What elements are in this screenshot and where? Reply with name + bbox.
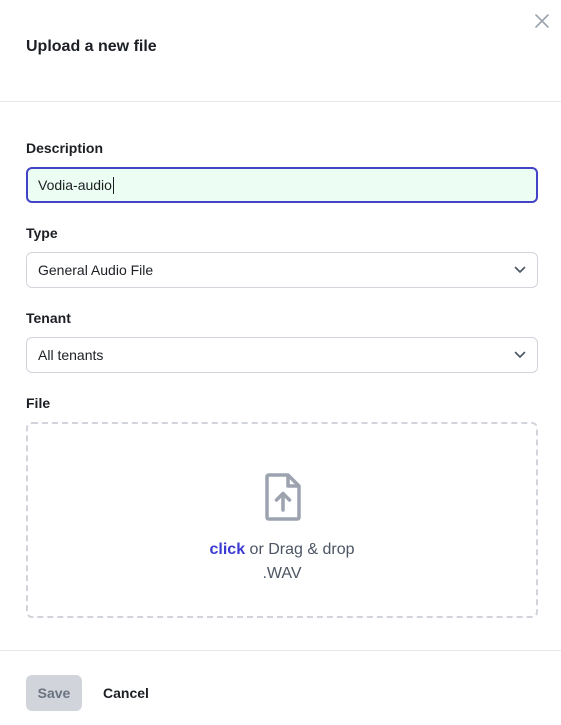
type-select-value: General Audio File xyxy=(38,262,154,278)
click-to-upload-link[interactable]: click xyxy=(210,541,246,558)
text-caret xyxy=(112,176,114,194)
tenant-select[interactable]: All tenants xyxy=(26,337,538,373)
type-select[interactable]: General Audio File xyxy=(26,252,538,288)
cancel-button[interactable]: Cancel xyxy=(96,675,156,711)
description-label: Description xyxy=(26,140,104,156)
tenant-label: Tenant xyxy=(26,310,71,326)
file-upload-icon xyxy=(265,473,301,521)
upload-file-modal: Upload a new file Description Vodia-audi… xyxy=(0,0,561,725)
description-input-value: Vodia-audio xyxy=(38,177,112,193)
tenant-select-value: All tenants xyxy=(38,347,104,363)
close-icon xyxy=(535,14,549,28)
header-divider xyxy=(0,101,561,102)
modal-title: Upload a new file xyxy=(26,38,157,55)
file-label: File xyxy=(26,395,51,411)
chevron-down-icon xyxy=(514,351,526,359)
footer-divider xyxy=(0,650,561,651)
close-button[interactable] xyxy=(531,10,553,32)
save-button[interactable]: Save xyxy=(26,675,82,711)
file-dropzone[interactable]: click or Drag & drop .WAV xyxy=(26,422,538,618)
description-input[interactable]: Vodia-audio xyxy=(26,167,538,203)
chevron-down-icon xyxy=(514,266,526,274)
accepted-format-text: .WAV xyxy=(262,565,302,582)
type-label: Type xyxy=(26,225,58,241)
drag-drop-text: or Drag & drop xyxy=(249,541,355,558)
dropzone-instructions: click or Drag & drop xyxy=(28,540,536,560)
